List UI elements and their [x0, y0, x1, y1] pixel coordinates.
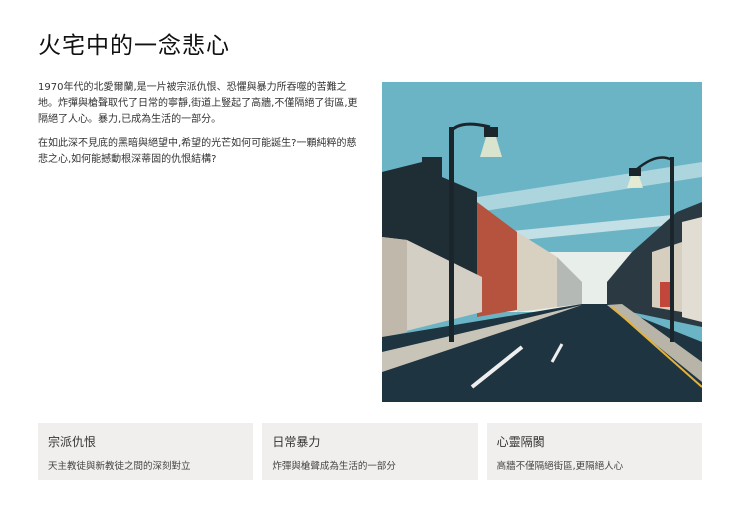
feature-cards: 宗派仇恨 天主教徒與新教徒之間的深刻對立 日常暴力 炸彈與槍聲成為生活的一部分 …	[38, 423, 702, 480]
card-desc: 天主教徒與新教徒之間的深刻對立	[48, 461, 191, 472]
card-title: 宗派仇恨	[48, 435, 97, 449]
card-title: 心靈隔閡	[496, 435, 545, 449]
paragraph: 1970年代的北愛爾蘭,是一片被宗派仇恨、恐懼與暴力所吞噬的苦難之地。炸彈與槍聲…	[38, 82, 358, 125]
card-sectarian-hatred: 宗派仇恨 天主教徒與新教徒之間的深刻對立	[38, 423, 254, 480]
card-desc: 高牆不僅隔絕街區,更隔絕人心	[496, 461, 624, 472]
card-title: 日常暴力	[272, 435, 321, 449]
page-title: 火宅中的一念悲心	[38, 33, 230, 59]
card-emotional-barrier: 心靈隔閡 高牆不僅隔絕街區,更隔絕人心	[486, 423, 702, 480]
card-desc: 炸彈與槍聲成為生活的一部分	[272, 461, 396, 472]
street-illustration	[382, 82, 702, 402]
paragraph: 在如此深不見底的黑暗與絕望中,希望的光芒如何可能誕生?一顆純粹的慈悲之心,如何能…	[38, 138, 357, 165]
intro-text: 1970年代的北愛爾蘭,是一片被宗派仇恨、恐懼與暴力所吞噬的苦難之地。炸彈與槍聲…	[38, 80, 363, 176]
card-daily-violence: 日常暴力 炸彈與槍聲成為生活的一部分	[262, 423, 478, 480]
